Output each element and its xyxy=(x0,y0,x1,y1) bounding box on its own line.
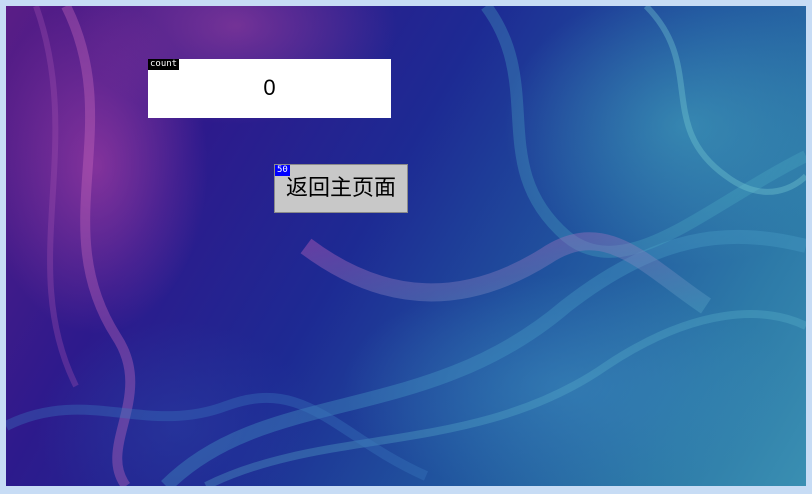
return-home-button[interactable]: 50 返回主页面 xyxy=(274,164,408,213)
count-display: count 0 xyxy=(148,59,391,118)
return-home-label: 返回主页面 xyxy=(285,176,396,201)
wave-pattern-icon xyxy=(6,6,806,486)
count-tag: count xyxy=(148,59,180,70)
app-window: count 0 50 返回主页面 xyxy=(0,0,812,494)
count-value: 0 xyxy=(263,75,276,100)
wallpaper-background: count 0 50 返回主页面 xyxy=(6,6,806,486)
